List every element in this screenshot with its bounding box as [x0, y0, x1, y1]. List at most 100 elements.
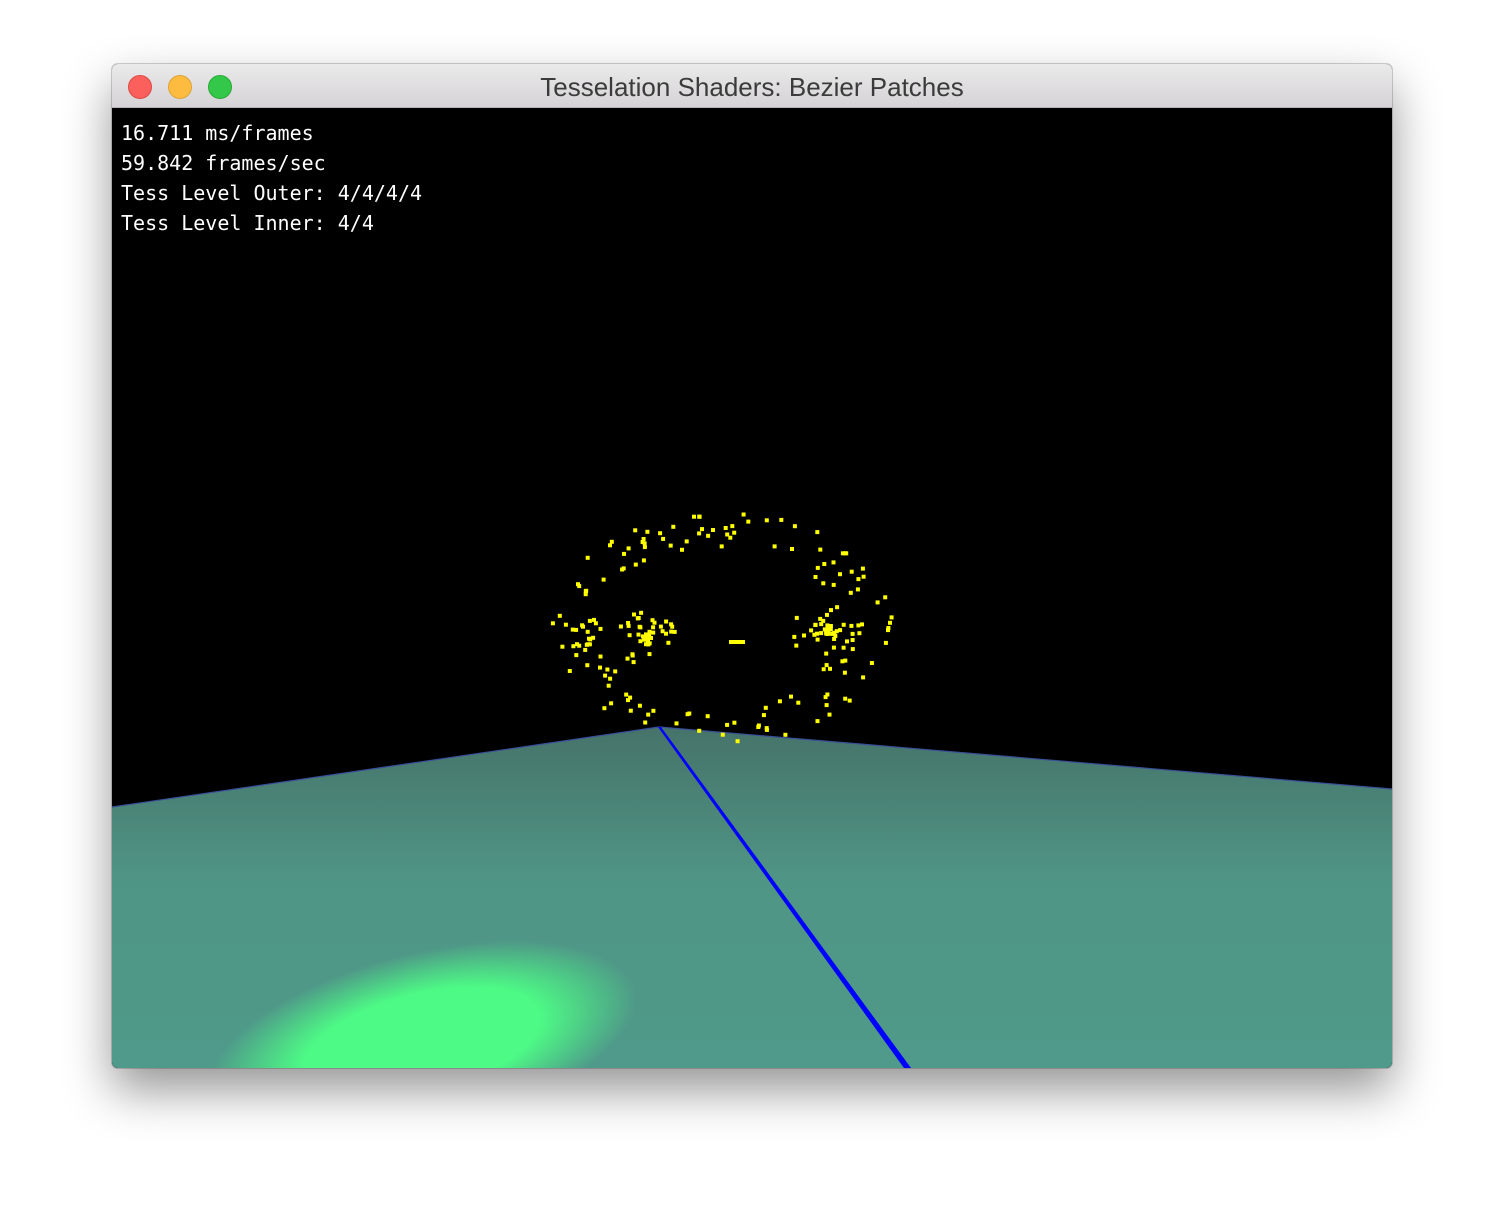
- control-point: [732, 530, 737, 535]
- control-point: [626, 623, 631, 628]
- control-point: [706, 533, 711, 538]
- control-point: [815, 719, 820, 724]
- control-point: [764, 518, 769, 523]
- control-point: [650, 618, 655, 623]
- control-point: [813, 623, 818, 627]
- control-point: [746, 519, 751, 524]
- render-viewport[interactable]: 16.711 ms/frames 59.842 frames/sec Tess …: [112, 108, 1392, 1068]
- control-point: [605, 667, 610, 672]
- control-point: [847, 698, 852, 703]
- control-point: [855, 587, 860, 592]
- control-point: [824, 663, 829, 668]
- control-point: [720, 732, 725, 737]
- control-point: [741, 640, 745, 644]
- control-point: [598, 626, 603, 631]
- control-point: [809, 628, 814, 633]
- control-point: [625, 656, 630, 661]
- control-point: [601, 577, 606, 582]
- control-point: [644, 642, 648, 647]
- control-point: [835, 605, 840, 610]
- control-point: [794, 643, 799, 648]
- control-point: [697, 728, 702, 733]
- control-point: [658, 624, 663, 629]
- control-point: [860, 566, 865, 571]
- control-point: [585, 629, 590, 634]
- control-point: [827, 712, 832, 717]
- control-point: [606, 683, 611, 688]
- control-point: [672, 629, 677, 634]
- control-point: [857, 631, 862, 636]
- control-point: [818, 616, 823, 621]
- control-point: [725, 722, 730, 727]
- control-point: [777, 699, 782, 704]
- control-point: [802, 633, 806, 638]
- control-point: [764, 726, 769, 731]
- control-point: [626, 698, 630, 703]
- control-point: [645, 633, 650, 638]
- control-point: [609, 701, 614, 706]
- ms-per-frame-text: 16.711 ms/frames: [121, 121, 314, 145]
- control-point: [621, 566, 626, 571]
- control-point: [790, 547, 794, 551]
- control-point: [792, 634, 797, 639]
- fps-text: 59.842 frames/sec: [121, 151, 326, 175]
- control-point: [822, 562, 827, 566]
- control-point: [840, 659, 845, 664]
- control-point: [772, 544, 777, 549]
- control-point: [732, 720, 737, 725]
- control-point: [583, 647, 588, 652]
- control-point: [831, 560, 836, 565]
- control-point: [831, 582, 836, 587]
- control-point: [661, 536, 666, 541]
- control-point: [587, 636, 591, 641]
- control-point: [831, 645, 836, 650]
- control-point: [779, 517, 784, 522]
- app-window: Tesselation Shaders: Bezier Patches 16.7…: [112, 64, 1392, 1068]
- control-point: [796, 700, 801, 705]
- control-point: [639, 610, 644, 615]
- control-point: [829, 608, 833, 613]
- control-point: [638, 639, 643, 644]
- control-point: [574, 653, 579, 658]
- control-point: [889, 615, 894, 620]
- control-point: [883, 640, 888, 645]
- control-point: [669, 622, 674, 627]
- control-point: [824, 630, 829, 635]
- control-point: [632, 612, 636, 617]
- control-point: [643, 720, 648, 725]
- control-point: [633, 528, 638, 533]
- control-point: [563, 622, 568, 627]
- control-point: [684, 539, 689, 544]
- control-point: [642, 545, 647, 550]
- control-point: [557, 613, 562, 618]
- tess-outer-text: Tess Level Outer: 4/4/4/4: [121, 181, 423, 205]
- control-point: [602, 706, 607, 711]
- tess-inner-text: Tess Level Inner: 4/4: [121, 211, 374, 235]
- control-point: [741, 512, 746, 517]
- title-bar[interactable]: Tesselation Shaders: Bezier Patches: [112, 64, 1392, 108]
- control-point: [598, 665, 602, 670]
- bezier-control-points: [550, 512, 894, 744]
- control-point: [550, 621, 555, 626]
- control-point: [647, 652, 652, 657]
- control-point: [842, 670, 847, 675]
- control-point: [641, 558, 646, 563]
- control-point: [719, 544, 724, 549]
- control-point: [697, 514, 702, 519]
- control-point: [849, 569, 854, 574]
- control-point: [609, 539, 614, 544]
- scene-canvas: [112, 512, 1392, 1068]
- stats-overlay: 16.711 ms/frames 59.842 frames/sec Tess …: [121, 118, 422, 238]
- control-point: [608, 543, 612, 548]
- control-point: [658, 531, 663, 536]
- control-point: [603, 673, 608, 678]
- control-point: [638, 625, 643, 630]
- control-point: [560, 644, 565, 649]
- control-point: [583, 592, 588, 597]
- control-point: [850, 647, 855, 652]
- control-point: [608, 676, 613, 681]
- control-point: [828, 624, 833, 628]
- control-point: [756, 725, 761, 729]
- control-point: [725, 532, 730, 537]
- control-point: [585, 663, 590, 668]
